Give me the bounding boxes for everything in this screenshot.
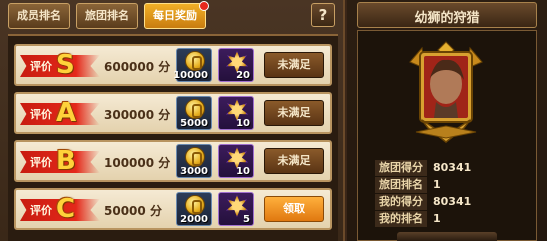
stat-value: 80341 [433,161,472,174]
score-value: 50000 [104,204,146,218]
grade-label: 评价 [30,60,52,73]
medal-reward[interactable]: 10 [218,96,254,130]
grade-label: 评价 [30,156,52,169]
gold-reward[interactable]: 3000 [176,144,212,178]
score-value: 600000 [104,60,155,74]
gold-quantity: 2000 [180,214,208,225]
gold-reward[interactable]: 5000 [176,96,212,130]
stat-row-my-rank: 我的排名 1 [375,211,525,227]
stat-row-brigade-rank: 旅团排名 1 [375,177,525,193]
medal-quantity: 5 [243,214,250,225]
score-unit: 分 [158,108,171,122]
score-requirement: 50000 分 [104,202,162,219]
not-satisfied-button[interactable]: 未满足 [264,52,324,78]
tab-daily-rewards[interactable]: 每日奖励 [144,1,209,29]
grade-label: 评价 [30,204,52,217]
score-requirement: 100000 分 [104,154,170,171]
grade-letter: B [56,146,76,176]
reward-row-b: 评价 B 100000 分 3000 10 未满足 [14,140,332,182]
medal-reward[interactable]: 20 [218,48,254,82]
gold-coin-icon [185,99,205,119]
tab-daily-rewards-label: 每日奖励 [153,9,197,22]
reward-row-a: 评价 A 300000 分 5000 10 未满足 [14,92,332,134]
stat-row-brigade-score: 旅团得分 80341 [375,160,525,176]
gold-quantity: 5000 [180,118,208,129]
not-satisfied-button[interactable]: 未满足 [264,148,324,174]
event-header: 幼狮的狩猎 [357,2,537,28]
stat-label: 我的排名 [375,211,427,227]
medal-reward[interactable]: 5 [218,192,254,226]
gold-coin-icon [185,147,205,167]
not-satisfied-button[interactable]: 未满足 [264,100,324,126]
medal-quantity: 20 [236,70,250,81]
score-requirement: 300000 分 [104,106,170,123]
grade-letter: A [56,98,77,128]
event-info-panel: 幼狮的狩猎 旅团得分 80341 旅团排名 1 我的得分 80341 我的排名 … [347,0,547,241]
score-unit: 分 [149,204,162,218]
notification-dot-icon [199,1,209,11]
medal-reward[interactable]: 10 [218,144,254,178]
score-value: 300000 [104,108,155,122]
event-title: 幼狮的狩猎 [414,11,480,26]
medal-quantity: 10 [236,166,250,177]
medal-quantity: 10 [236,118,250,129]
gold-coin-icon [185,51,205,71]
stat-label: 旅团得分 [375,160,427,176]
stat-label: 我的得分 [375,194,427,210]
gold-reward[interactable]: 10000 [173,48,212,82]
gold-quantity: 10000 [173,70,208,81]
stat-label: 旅团排名 [375,177,427,193]
score-unit: 分 [158,156,171,170]
reward-row-c: 评价 C 50000 分 2000 5 领取 [14,188,332,230]
grade-letter: C [56,194,76,224]
gold-coin-icon [185,195,205,215]
stat-value: 1 [433,212,441,225]
help-button[interactable]: ? [311,3,335,27]
stat-value: 80341 [433,195,472,208]
grade-letter: S [56,50,75,80]
rewards-panel: 成员排名 旅团排名 每日奖励 ? 评价 S 600000 分 10000 20 … [0,0,345,241]
stat-row-my-score: 我的得分 80341 [375,194,525,210]
gold-quantity: 3000 [180,166,208,177]
score-requirement: 600000 分 [104,58,170,75]
lion-hunt-emblem-icon [409,41,483,143]
score-value: 100000 [104,156,155,170]
gold-reward[interactable]: 2000 [176,192,212,226]
claim-button[interactable]: 领取 [264,196,324,222]
reward-row-s: 评价 S 600000 分 10000 20 未满足 [14,44,332,86]
grade-label: 评价 [30,108,52,121]
bottom-decoration [397,232,497,241]
score-unit: 分 [158,60,171,74]
tab-member-ranking[interactable]: 成员排名 [8,3,70,29]
stat-value: 1 [433,178,441,191]
tab-brigade-ranking[interactable]: 旅团排名 [76,3,138,29]
